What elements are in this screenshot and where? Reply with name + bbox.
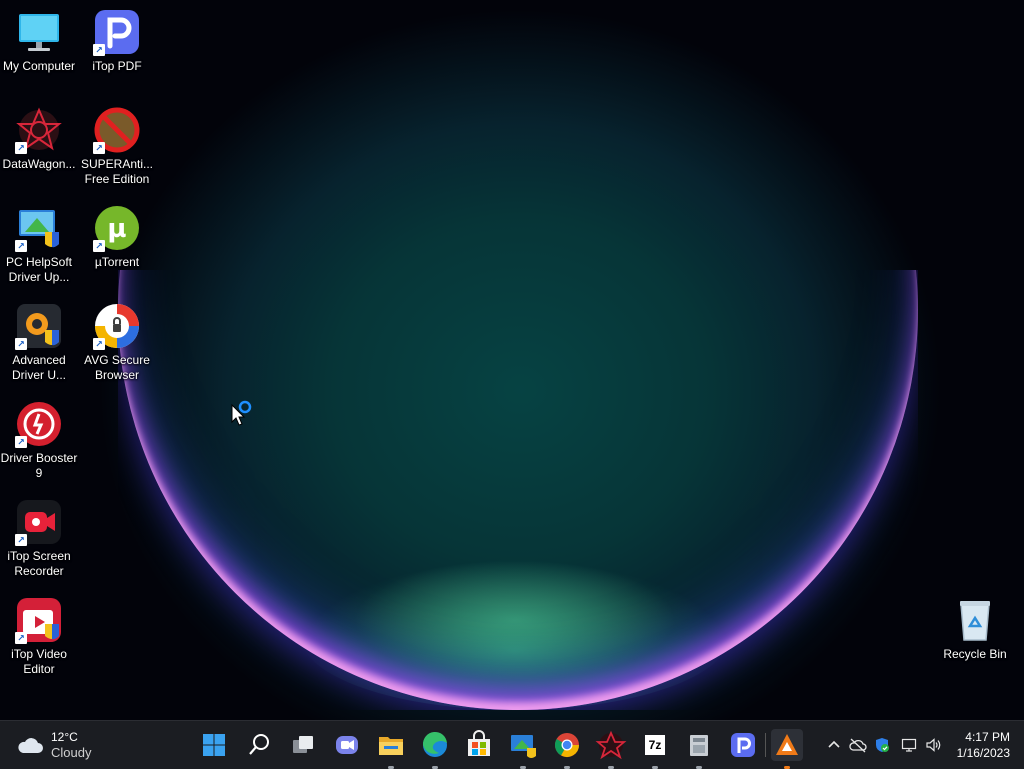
store-icon <box>468 730 490 756</box>
desktop-icon-label: Recycle Bin <box>943 647 1007 661</box>
chrome-icon <box>554 733 579 758</box>
desktop-icon-label: Advanced Driver U... <box>12 353 66 382</box>
shortcut-arrow-icon: ↗ <box>15 338 27 350</box>
weather-condition: Cloudy <box>51 745 92 760</box>
shortcut-arrow-icon: ↗ <box>15 240 27 252</box>
network-icon[interactable] <box>901 737 917 753</box>
driver-booster-icon: ↗ <box>15 400 63 448</box>
weather-temp: 12°C <box>51 730 78 744</box>
wallpaper-bloom <box>118 270 918 710</box>
shortcut-arrow-icon: ↗ <box>93 338 105 350</box>
pc-helpsoft-icon <box>511 735 536 758</box>
computer-icon <box>15 8 63 56</box>
shortcut-arrow-icon: ↗ <box>15 632 27 644</box>
task-view-icon <box>293 736 313 753</box>
file-explorer-button[interactable] <box>375 729 407 769</box>
mouse-cursor-busy <box>230 400 256 428</box>
avg-secure-browser-icon: ↗ <box>93 302 141 350</box>
desktop-icon-label: PC HelpSoft Driver Up... <box>5 255 73 284</box>
svg-text:µ: µ <box>107 214 126 244</box>
archive-button[interactable] <box>683 729 715 769</box>
desktop-icon-label: iTop Video Editor <box>11 647 67 676</box>
volume-icon[interactable] <box>925 737 941 753</box>
desktop-icon-label: iTop PDF <box>92 59 142 73</box>
weather-widget[interactable]: 12°C Cloudy <box>16 729 106 761</box>
itop-pdf-icon <box>731 733 755 757</box>
start-button[interactable] <box>198 729 230 761</box>
itop-video-editor-icon: ↗ <box>15 596 63 644</box>
seven-zip-icon: 7z <box>645 735 665 755</box>
desktop-icon-itop-screen-recorder[interactable]: ↗ iTop Screen Recorder <box>0 498 78 579</box>
desktop-icon-label: DataWagon... <box>2 157 76 171</box>
advanced-driver-updater-icon: ↗ <box>15 302 63 350</box>
chrome-button[interactable] <box>551 729 583 769</box>
desktop-icon-label: Driver Booster 9 <box>0 451 78 480</box>
task-view-button[interactable] <box>287 729 319 761</box>
security-icon[interactable] <box>874 737 890 753</box>
superantispyware-icon: ↗ <box>93 106 141 154</box>
edge-button[interactable] <box>419 729 451 769</box>
taskbar: 12°C Cloudy 7z 4:17 PM 1/16/2023 <box>0 720 1024 769</box>
recycle-bin-icon <box>951 596 999 644</box>
desktop-icon-utorrent[interactable]: µ ↗ µTorrent <box>78 204 156 270</box>
datawagon-taskbar-button[interactable] <box>595 729 627 769</box>
desktop-icon-label: iTop Screen Recorder <box>7 549 71 578</box>
orange-app-button[interactable] <box>771 729 803 769</box>
orange-app-icon <box>776 734 798 755</box>
taskbar-separator <box>765 733 766 757</box>
desktop-icon-pc-helpsoft[interactable]: ↗ PC HelpSoft Driver Up... <box>0 204 78 285</box>
desktop-icon-avg-secure-browser[interactable]: ↗ AVG Secure Browser <box>78 302 156 383</box>
shortcut-arrow-icon: ↗ <box>15 436 27 448</box>
pc-helpsoft-taskbar-button[interactable] <box>507 729 539 769</box>
clock-time: 4:17 PM <box>965 730 1010 744</box>
desktop-icon-label: µTorrent <box>94 255 140 269</box>
shortcut-arrow-icon: ↗ <box>15 142 27 154</box>
search-button[interactable] <box>243 729 275 761</box>
onedrive-icon[interactable] <box>849 737 867 753</box>
chevron-up-icon[interactable] <box>826 737 842 753</box>
chat-button[interactable] <box>331 729 363 761</box>
archive-icon <box>690 735 708 756</box>
desktop-icon-itop-video-editor[interactable]: ↗ iTop Video Editor <box>0 596 78 677</box>
shortcut-arrow-icon: ↗ <box>15 534 27 546</box>
desktop-icon-label: AVG Secure Browser <box>84 353 150 382</box>
clock-date: 1/16/2023 <box>956 746 1010 760</box>
store-button[interactable] <box>463 729 495 761</box>
shortcut-arrow-icon: ↗ <box>93 142 105 154</box>
itop-pdf-icon: ↗ <box>93 8 141 56</box>
desktop-icon-label: My Computer <box>2 59 76 73</box>
desktop-icon-itop-pdf[interactable]: ↗ iTop PDF <box>78 8 156 74</box>
datawagon-icon: ↗ <box>15 106 63 154</box>
cloud-icon <box>16 735 44 755</box>
desktop-icon-label: SUPERAnti... Free Edition <box>80 157 154 186</box>
desktop-icon-datawagon[interactable]: ↗ DataWagon... <box>0 106 78 172</box>
desktop-icon-my-computer[interactable]: My Computer <box>0 8 78 74</box>
folder-icon <box>379 737 403 755</box>
shortcut-arrow-icon: ↗ <box>93 240 105 252</box>
datawagon-icon <box>595 730 627 760</box>
desktop-icon-recycle-bin[interactable]: Recycle Bin <box>936 596 1014 662</box>
edge-icon <box>422 731 447 757</box>
itop-screen-recorder-icon: ↗ <box>15 498 63 546</box>
utorrent-icon: µ ↗ <box>93 204 141 252</box>
shortcut-arrow-icon: ↗ <box>93 44 105 56</box>
desktop-icon-superantispyware[interactable]: ↗ SUPERAnti... Free Edition <box>78 106 156 187</box>
desktop-icon-driver-booster[interactable]: ↗ Driver Booster 9 <box>0 400 78 481</box>
itop-pdf-taskbar-button[interactable] <box>727 729 759 761</box>
clock[interactable]: 4:17 PM 1/16/2023 <box>944 729 1010 761</box>
seven-zip-button[interactable]: 7z <box>639 729 671 769</box>
windows-start-icon <box>203 734 225 756</box>
desktop-icon-advanced-driver-updater[interactable]: ↗ Advanced Driver U... <box>0 302 78 383</box>
pc-helpsoft-icon: ↗ <box>15 204 63 252</box>
search-icon <box>249 734 269 755</box>
chat-icon <box>336 736 358 754</box>
